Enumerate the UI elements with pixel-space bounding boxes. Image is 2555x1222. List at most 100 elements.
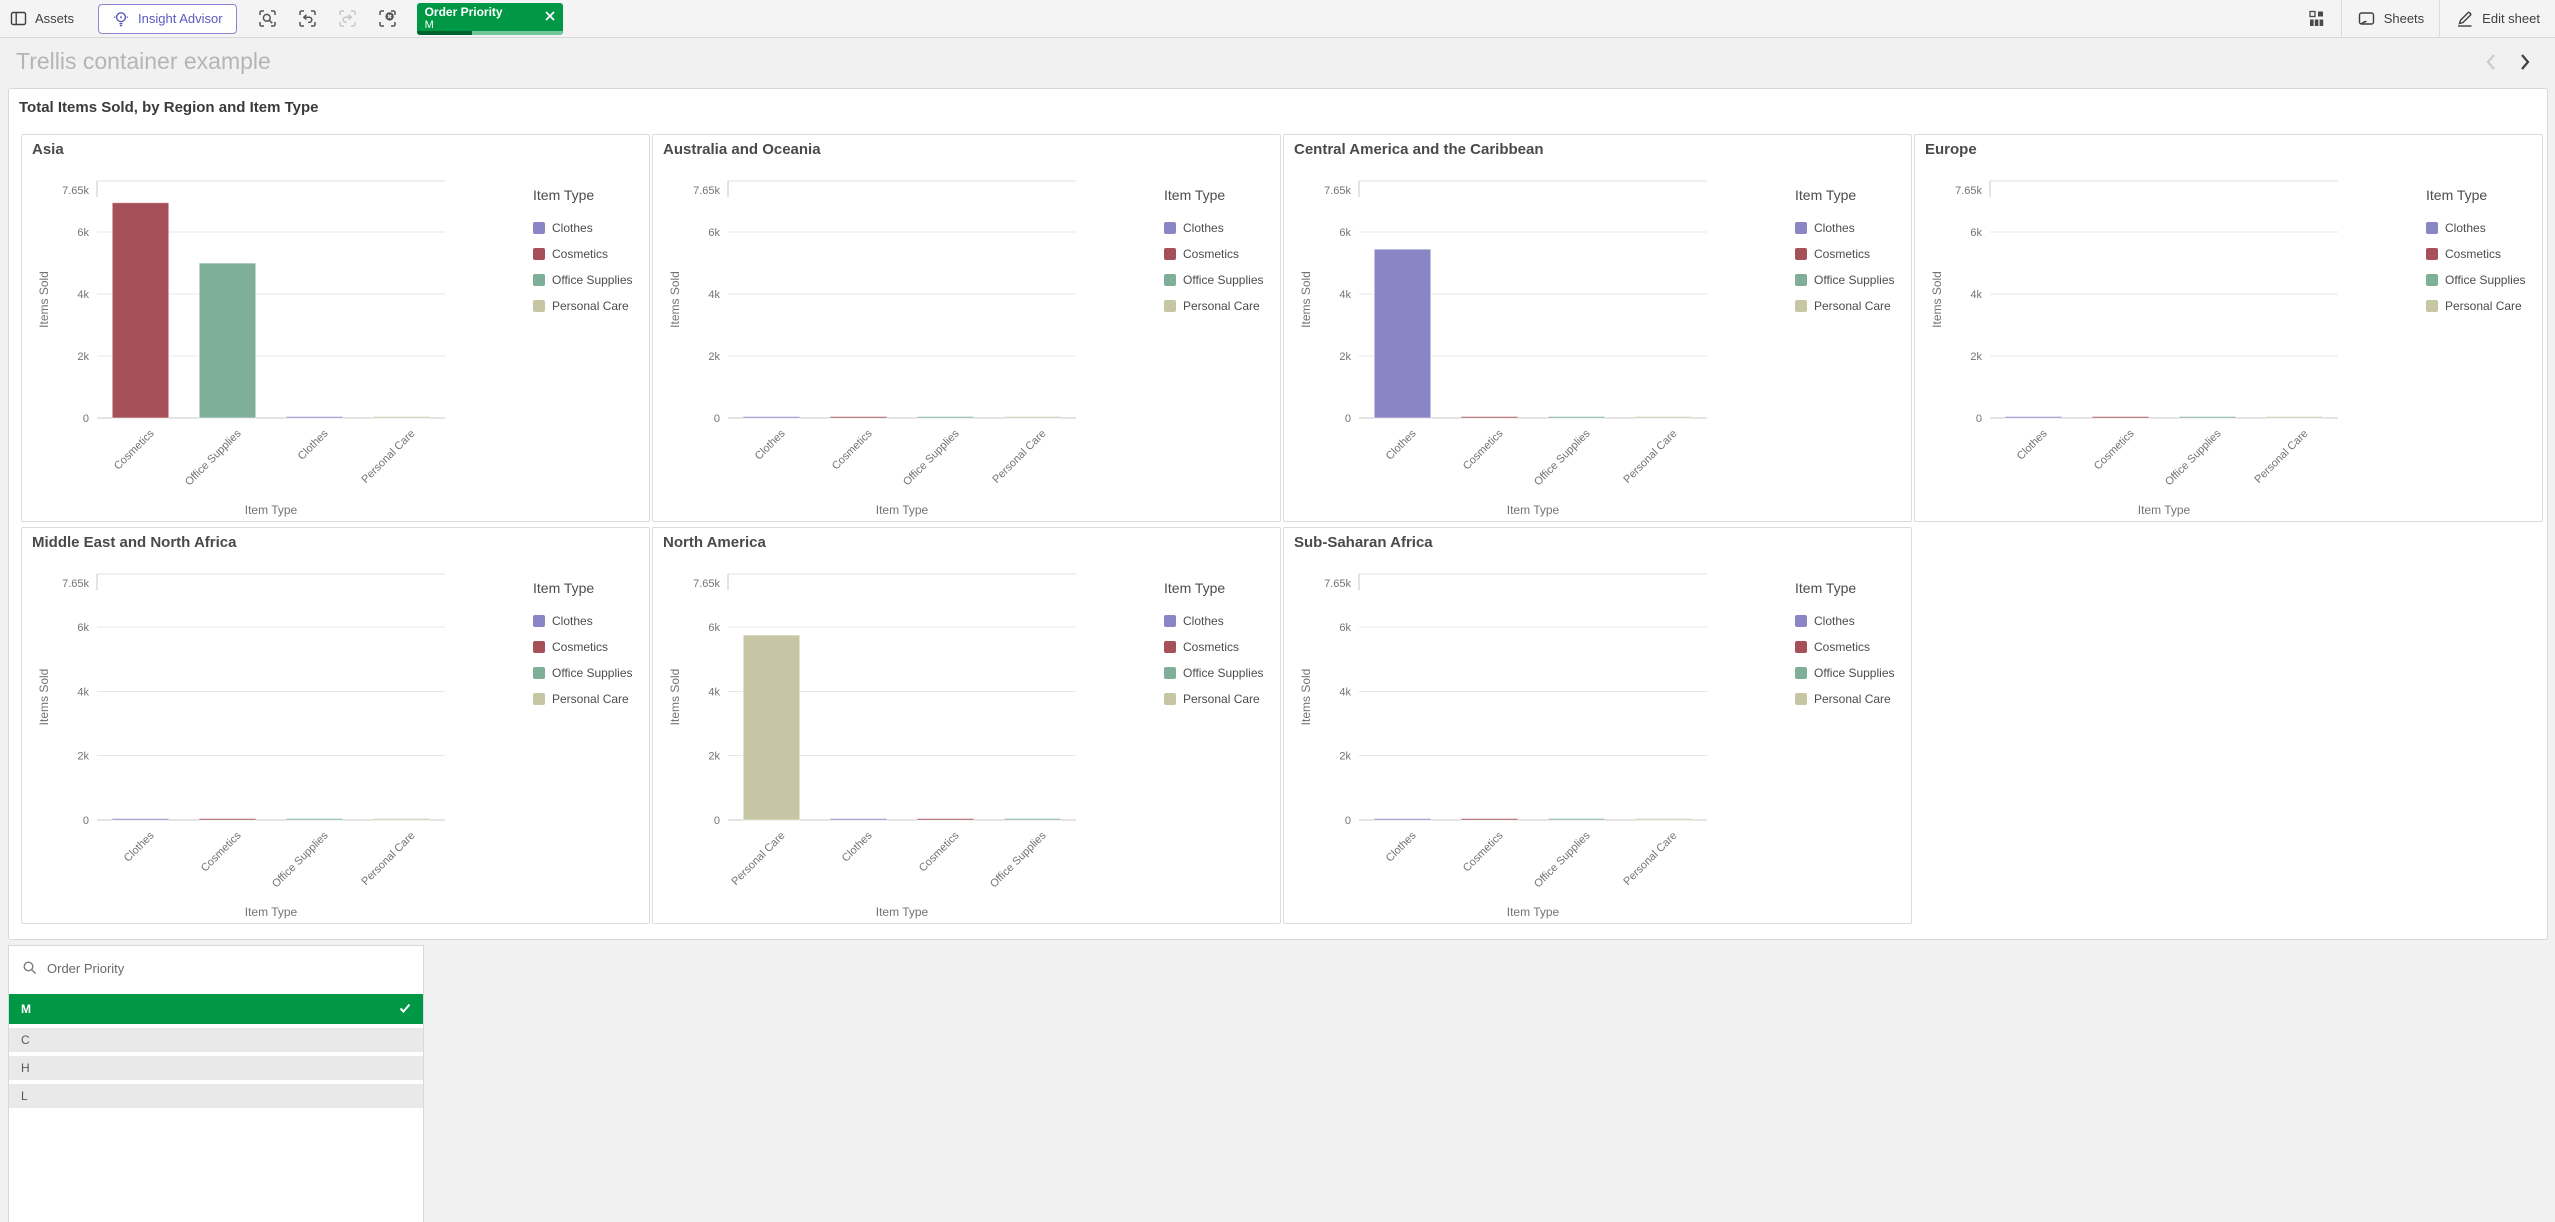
insight-advisor-button[interactable]: Insight Advisor <box>98 3 237 34</box>
legend-item[interactable]: Personal Care <box>533 293 645 319</box>
bar[interactable] <box>1373 818 1432 821</box>
bar[interactable] <box>285 818 344 821</box>
legend-swatch <box>1164 248 1176 260</box>
bar[interactable] <box>1003 416 1062 419</box>
selections-search-button[interactable] <box>251 4 285 34</box>
legend-item[interactable]: Office Supplies <box>533 267 645 293</box>
legend-swatch <box>1795 248 1807 260</box>
legend-item[interactable]: Personal Care <box>1164 686 1276 712</box>
bar[interactable] <box>1373 248 1432 419</box>
legend-item[interactable]: Personal Care <box>2426 293 2538 319</box>
filter-option-label: L <box>21 1089 28 1103</box>
bar[interactable] <box>111 202 170 419</box>
next-sheet-button[interactable] <box>2519 52 2531 77</box>
svg-text:6k: 6k <box>77 622 89 634</box>
filter-option-L[interactable]: L <box>9 1084 423 1108</box>
legend-item[interactable]: Cosmetics <box>2426 241 2538 267</box>
filter-option-label: M <box>21 1002 31 1016</box>
bar[interactable] <box>1460 416 1519 419</box>
edit-sheet-button[interactable]: Edit sheet <box>2440 0 2555 37</box>
bar[interactable] <box>829 416 888 419</box>
legend-item[interactable]: Office Supplies <box>1164 267 1276 293</box>
prev-sheet-button[interactable] <box>2485 52 2497 77</box>
bar[interactable] <box>1634 818 1693 821</box>
svg-text:Personal Care: Personal Care <box>359 830 417 888</box>
legend-item[interactable]: Personal Care <box>1164 293 1276 319</box>
svg-text:4k: 4k <box>77 686 89 698</box>
legend-item[interactable]: Personal Care <box>1795 293 1907 319</box>
bar[interactable] <box>1003 818 1062 821</box>
bar[interactable] <box>916 818 975 821</box>
trellis-container[interactable]: Total Items Sold, by Region and Item Typ… <box>8 88 2548 940</box>
step-back-button[interactable] <box>291 4 325 34</box>
legend-item[interactable]: Cosmetics <box>1795 634 1907 660</box>
legend-item[interactable]: Office Supplies <box>533 660 645 686</box>
svg-text:Cosmetics: Cosmetics <box>830 427 875 472</box>
legend-item[interactable]: Cosmetics <box>1164 241 1276 267</box>
filter-option-C[interactable]: C <box>9 1028 423 1052</box>
legend-swatch <box>2426 300 2438 312</box>
region-chart-panel[interactable]: Asia 0 2k 4k 6k 7.65k Cosmetics Office Supplies… <box>21 134 650 522</box>
step-forward-button[interactable] <box>331 4 365 34</box>
bar[interactable] <box>2004 416 2063 419</box>
assets-button[interactable]: Assets <box>0 4 84 34</box>
search-icon[interactable] <box>22 960 38 976</box>
region-chart-panel[interactable]: Middle East and North Africa 0 2k 4k 6k 7.65k… <box>21 527 650 924</box>
bar[interactable] <box>829 818 888 821</box>
legend-item[interactable]: Cosmetics <box>533 634 645 660</box>
legend-item[interactable]: Office Supplies <box>2426 267 2538 293</box>
app-objects-button[interactable] <box>2292 0 2341 37</box>
legend-item[interactable]: Clothes <box>533 608 645 634</box>
chart-legend: Item Type Clothes Cosmetics Office Supplies… <box>533 580 645 712</box>
legend-item[interactable]: Clothes <box>1795 608 1907 634</box>
filter-option-H[interactable]: H <box>9 1056 423 1080</box>
bar[interactable] <box>1460 818 1519 821</box>
region-chart-panel[interactable]: Europe 0 2k 4k 6k 7.65k Clothes Cosmetics Office… <box>1914 134 2543 522</box>
bar[interactable] <box>2265 416 2324 419</box>
bar[interactable] <box>742 634 801 821</box>
filter-panel-order-priority[interactable]: Order Priority M CHL <box>8 945 424 1222</box>
legend-item[interactable]: Clothes <box>1795 215 1907 241</box>
legend-item[interactable]: Office Supplies <box>1164 660 1276 686</box>
assets-icon <box>10 11 27 26</box>
bar[interactable] <box>198 262 257 419</box>
region-chart-panel[interactable]: Australia and Oceania 0 2k 4k 6k 7.65k Clothes… <box>652 134 1281 522</box>
region-chart-panel[interactable]: Central America and the Caribbean 0 2k 4k 6k… <box>1283 134 1912 522</box>
bar[interactable] <box>742 416 801 419</box>
bar[interactable] <box>198 818 257 821</box>
legend-item[interactable]: Clothes <box>1164 215 1276 241</box>
filter-option-M[interactable]: M <box>9 994 423 1024</box>
clear-selections-button[interactable] <box>371 4 405 34</box>
close-icon[interactable] <box>543 9 557 23</box>
legend-swatch <box>533 274 545 286</box>
bar[interactable] <box>1547 416 1606 419</box>
legend-item[interactable]: Office Supplies <box>1795 660 1907 686</box>
bar[interactable] <box>1634 416 1693 419</box>
edit-sheet-icon <box>2458 11 2472 27</box>
bar[interactable] <box>285 416 344 419</box>
bar[interactable] <box>2178 416 2237 419</box>
legend-swatch <box>1164 693 1176 705</box>
bar[interactable] <box>916 416 975 419</box>
bar[interactable] <box>372 416 431 419</box>
legend-item[interactable]: Clothes <box>2426 215 2538 241</box>
region-chart-panel[interactable]: Sub-Saharan Africa 0 2k 4k 6k 7.65k Clothes Cos… <box>1283 527 1912 924</box>
legend-item[interactable]: Cosmetics <box>1795 241 1907 267</box>
bar[interactable] <box>2091 416 2150 419</box>
legend-item[interactable]: Clothes <box>1164 608 1276 634</box>
svg-text:2k: 2k <box>77 751 89 763</box>
legend-item[interactable]: Office Supplies <box>1795 267 1907 293</box>
bar[interactable] <box>111 818 170 821</box>
legend-item[interactable]: Clothes <box>533 215 645 241</box>
svg-text:6k: 6k <box>708 622 720 634</box>
bar[interactable] <box>372 818 431 821</box>
legend-item[interactable]: Personal Care <box>1795 686 1907 712</box>
sheets-button[interactable]: Sheets <box>2342 0 2439 37</box>
svg-text:Item Type: Item Type <box>245 905 298 919</box>
legend-item[interactable]: Personal Care <box>533 686 645 712</box>
bar[interactable] <box>1547 818 1606 821</box>
legend-item[interactable]: Cosmetics <box>533 241 645 267</box>
legend-item[interactable]: Cosmetics <box>1164 634 1276 660</box>
selection-chip-order-priority[interactable]: Order Priority M <box>416 2 563 35</box>
region-chart-panel[interactable]: North America 0 2k 4k 6k 7.65k Personal Care Cl… <box>652 527 1281 924</box>
